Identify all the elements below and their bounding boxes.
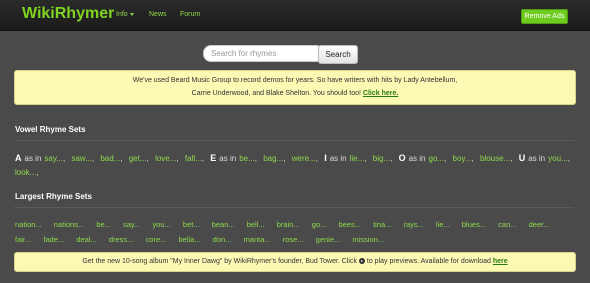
chevron-down-icon: [129, 12, 134, 16]
banner-line-2: Carrie Underwood, and Blake Shelton. You…: [15, 90, 575, 97]
vowel-letter: A: [15, 153, 22, 163]
largest-rhyme-link[interactable]: can...: [498, 217, 516, 232]
separator: ,: [567, 154, 570, 163]
largest-rhyme-link[interactable]: tina...: [373, 217, 391, 232]
largest-rhyme-link[interactable]: be...: [96, 217, 111, 232]
promo-banner-top: We've used Beard Music Group to record d…: [14, 70, 576, 105]
as-in-label: as in: [24, 154, 42, 163]
largest-rhyme-link[interactable]: deal...: [76, 232, 96, 247]
vowel-letter: U: [518, 153, 526, 163]
nav-news-link[interactable]: News: [149, 11, 167, 18]
vowel-rhyme-link[interactable]: bad...: [100, 154, 120, 163]
largest-section-title: Largest Rhyme Sets: [15, 192, 92, 201]
vowel-rhyme-sets: Aas in say..., saw..., bad..., get..., lo…: [15, 151, 575, 180]
largest-rhyme-link[interactable]: mission...: [352, 232, 384, 247]
album-text-2: to play previews. Available for download: [366, 258, 491, 265]
brand-logo[interactable]: WikiRhymer: [22, 5, 114, 23]
vowel-rhyme-link[interactable]: go...: [429, 154, 445, 163]
separator: ,: [36, 168, 39, 177]
separator: ,: [176, 154, 179, 163]
search-button[interactable]: Search: [318, 45, 358, 64]
download-here-link[interactable]: here: [493, 258, 508, 265]
largest-rhyme-link[interactable]: go...: [312, 217, 327, 232]
separator: ,: [471, 154, 474, 163]
play-icon[interactable]: [358, 258, 365, 265]
divider: [14, 140, 574, 141]
largest-rhyme-link[interactable]: rays...: [404, 217, 424, 232]
largest-rhyme-link[interactable]: lie...: [436, 217, 450, 232]
largest-rhyme-link[interactable]: say...: [123, 217, 140, 232]
largest-rhyme-link[interactable]: rose...: [283, 232, 304, 247]
separator: ,: [120, 154, 123, 163]
largest-rhyme-link[interactable]: manta...: [244, 232, 271, 247]
vowel-rhyme-link[interactable]: lie...: [350, 154, 365, 163]
largest-rhyme-link[interactable]: nation...: [15, 217, 42, 232]
vowel-rhyme-link[interactable]: be...: [239, 154, 255, 163]
separator: ,: [315, 154, 318, 163]
vowel-rhyme-link[interactable]: look...: [15, 168, 36, 177]
largest-rhyme-link[interactable]: genie...: [316, 232, 341, 247]
largest-rhyme-link[interactable]: dress...: [109, 232, 134, 247]
vowel-rhyme-link[interactable]: say...: [44, 154, 63, 163]
nav-info-label: Info: [116, 11, 128, 18]
largest-rhyme-link[interactable]: you...: [152, 217, 170, 232]
as-in-label: as in: [329, 154, 347, 163]
vowel-rhyme-link[interactable]: bag...: [263, 154, 283, 163]
vowel-rhyme-link[interactable]: boy...: [453, 154, 472, 163]
remove-ads-button[interactable]: Remove Ads: [521, 9, 568, 24]
vowel-rhyme-link[interactable]: get...: [129, 154, 147, 163]
vowel-rhyme-link[interactable]: saw...: [71, 154, 91, 163]
largest-rhyme-sets: nation... nations... be... say... you...…: [15, 217, 575, 247]
separator: ,: [444, 154, 447, 163]
separator: ,: [510, 154, 513, 163]
largest-rhyme-link[interactable]: bees...: [338, 217, 361, 232]
separator: ,: [364, 154, 367, 163]
separator: ,: [201, 154, 205, 163]
vowel-rhyme-link[interactable]: were...: [292, 154, 316, 163]
vowel-letter: I: [324, 153, 327, 163]
click-here-link[interactable]: Click here.: [363, 90, 398, 97]
separator: ,: [62, 154, 66, 163]
promo-banner-bottom: Get the new 10-song album "My Inner Dawg…: [14, 252, 576, 272]
vowel-letter: O: [398, 153, 406, 163]
largest-rhyme-link[interactable]: bell...: [247, 217, 265, 232]
largest-rhyme-link[interactable]: core...: [146, 232, 167, 247]
vowel-rhyme-link[interactable]: blouse...: [480, 154, 510, 163]
largest-rhyme-link[interactable]: blues...: [462, 217, 486, 232]
search-input[interactable]: [203, 45, 324, 62]
largest-rhyme-link[interactable]: bean...: [212, 217, 235, 232]
as-in-label: as in: [528, 154, 546, 163]
largest-rhyme-link[interactable]: nations...: [54, 217, 84, 232]
largest-rhyme-link[interactable]: bet...: [183, 217, 200, 232]
separator: ,: [254, 154, 257, 163]
separator: ,: [390, 154, 393, 163]
largest-rhyme-link[interactable]: deer...: [529, 217, 550, 232]
divider: [14, 207, 574, 208]
largest-rhyme-link[interactable]: fair...: [15, 232, 31, 247]
separator: ,: [146, 154, 149, 163]
nav-info-dropdown[interactable]: Info: [116, 11, 134, 18]
largest-rhyme-link[interactable]: bella...: [178, 232, 200, 247]
as-in-label: as in: [408, 154, 426, 163]
largest-rhyme-link[interactable]: brain...: [277, 217, 300, 232]
navbar: WikiRhymer Info News Forum Remove Ads: [0, 0, 590, 31]
vowel-section-title: Vowel Rhyme Sets: [15, 125, 86, 134]
vowel-rhyme-link[interactable]: love...: [155, 154, 176, 163]
largest-rhyme-link[interactable]: fade...: [43, 232, 64, 247]
banner-line-2-text: Carrie Underwood, and Blake Shelton. You…: [191, 90, 361, 97]
album-text: Get the new 10-song album "My Inner Dawg…: [82, 258, 357, 265]
separator: ,: [283, 154, 286, 163]
vowel-rhyme-link[interactable]: fall...: [185, 154, 202, 163]
vowel-rhyme-link[interactable]: you...: [548, 154, 568, 163]
largest-rhyme-link[interactable]: don...: [213, 232, 232, 247]
as-in-label: as in: [219, 154, 237, 163]
nav-forum-link[interactable]: Forum: [180, 11, 200, 18]
banner-line-1: We've used Beard Music Group to record d…: [132, 77, 458, 84]
vowel-letter: E: [210, 153, 217, 163]
vowel-rhyme-link[interactable]: big...: [373, 154, 390, 163]
separator: ,: [91, 154, 95, 163]
